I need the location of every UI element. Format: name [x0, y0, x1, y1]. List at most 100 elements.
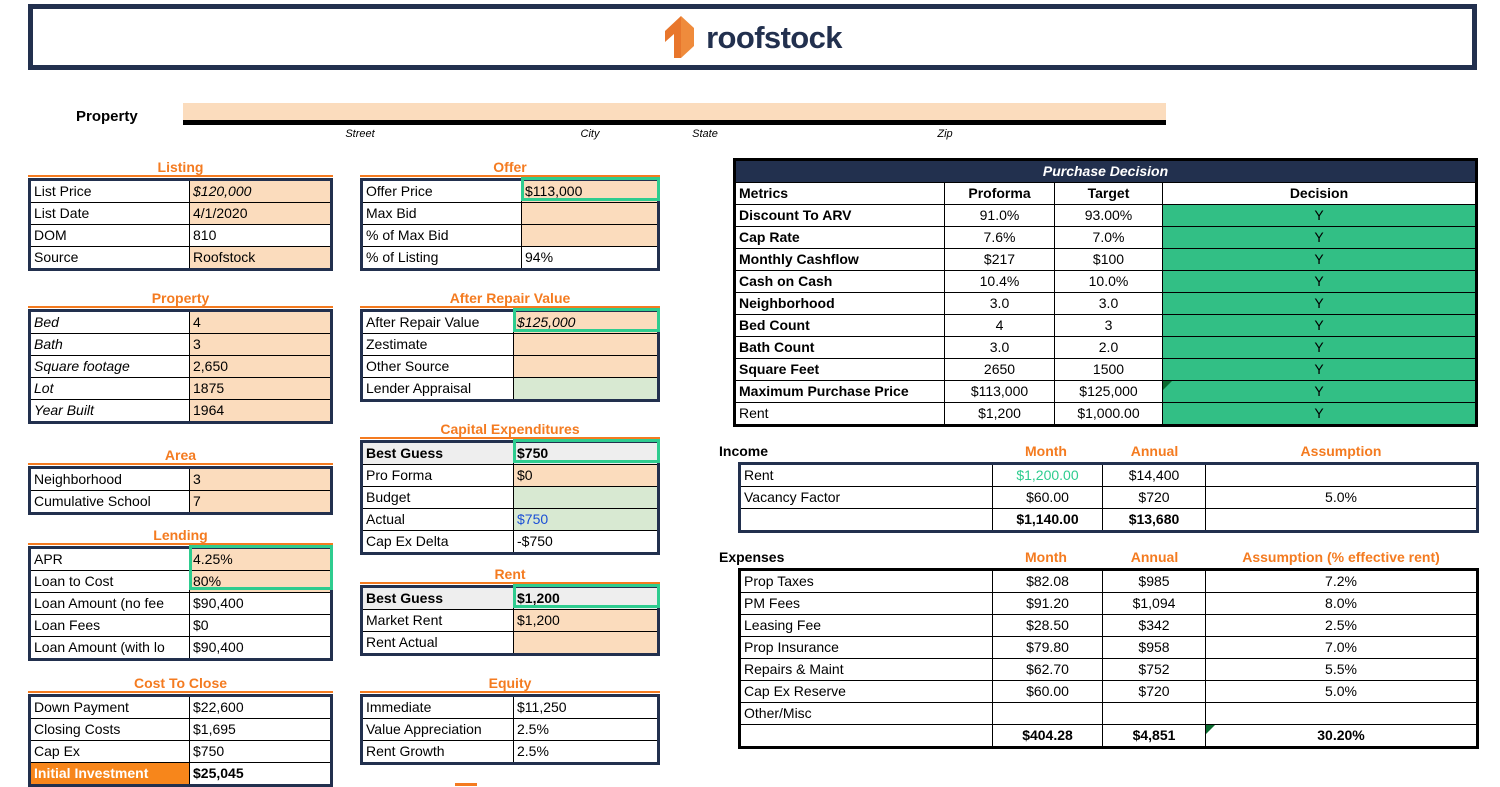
pd-target-3[interactable]: 10.0%	[1054, 270, 1163, 293]
offer-value-1[interactable]	[521, 202, 659, 225]
table-row[interactable]: Leasing Fee $28.50 $342 2.5%	[739, 614, 1478, 637]
pd-target-9[interactable]: $1,000.00	[1054, 402, 1163, 426]
pd-target-0[interactable]: 93.00%	[1054, 204, 1163, 227]
expense-month-6[interactable]	[992, 702, 1103, 725]
income-assumption-0[interactable]	[1205, 463, 1478, 487]
area-value-1[interactable]: 7	[189, 490, 332, 514]
table-row[interactable]: Square Feet 2650 1500 Y	[734, 358, 1477, 381]
table-row[interactable]: Cumulative School 7	[29, 490, 332, 514]
property-value-3[interactable]: 1875	[189, 377, 332, 400]
table-row[interactable]: Loan to Cost 80%	[29, 570, 332, 593]
property-value-1[interactable]: 3	[189, 333, 332, 356]
table-row[interactable]: Cap Ex $750	[29, 740, 332, 763]
property-address-input[interactable]	[183, 103, 1166, 125]
lending-value-0[interactable]: 4.25%	[189, 547, 332, 571]
table-row[interactable]: Offer Price $113,000	[361, 179, 659, 203]
table-row[interactable]: Bath Count 3.0 2.0 Y	[734, 336, 1477, 359]
lending-value-4[interactable]: $90,400	[189, 636, 332, 660]
table-row[interactable]: Down Payment $22,600	[29, 695, 332, 719]
property-value-4[interactable]: 1964	[189, 399, 332, 423]
table-row[interactable]: Best Guess $750	[361, 441, 659, 465]
pd-target-8[interactable]: $125,000	[1054, 380, 1163, 403]
table-row[interactable]: % of Listing 94%	[361, 246, 659, 270]
table-row[interactable]: Bed Count 4 3 Y	[734, 314, 1477, 337]
table-row[interactable]: Rent $1,200.00 $14,400	[739, 463, 1478, 487]
table-row[interactable]: Other/Misc	[739, 702, 1478, 725]
property-value-0[interactable]: 4	[189, 310, 332, 334]
table-row[interactable]: Square footage 2,650	[29, 355, 332, 378]
table-row[interactable]: Budget	[361, 486, 659, 509]
table-row[interactable]: List Price $120,000	[29, 179, 332, 203]
table-row[interactable]: PM Fees $91.20 $1,094 8.0%	[739, 592, 1478, 615]
pd-target-7[interactable]: 1500	[1054, 358, 1163, 381]
capex-value-4[interactable]: -$750	[513, 530, 659, 554]
table-row[interactable]: Year Built 1964	[29, 399, 332, 423]
ctc-value-1[interactable]: $1,695	[189, 718, 332, 741]
table-row[interactable]: List Date 4/1/2020	[29, 202, 332, 225]
arv-value-2[interactable]	[513, 355, 659, 378]
table-row[interactable]: Monthly Cashflow $217 $100 Y	[734, 248, 1477, 271]
ctc-value-3[interactable]: $25,045	[189, 762, 332, 786]
income-month-0[interactable]: $1,200.00	[992, 463, 1103, 487]
listing-value-0[interactable]: $120,000	[189, 179, 332, 203]
table-row[interactable]: Loan Amount (with lo $90,400	[29, 636, 332, 660]
expense-assumption-6[interactable]	[1205, 702, 1478, 725]
table-row[interactable]: Neighborhood 3.0 3.0 Y	[734, 292, 1477, 315]
table-row[interactable]: Best Guess $1,200	[361, 586, 659, 610]
rent-value-2[interactable]	[513, 631, 659, 655]
offer-value-0[interactable]: $113,000	[521, 179, 659, 203]
table-row[interactable]: Market Rent $1,200	[361, 609, 659, 632]
arv-value-1[interactable]	[513, 333, 659, 356]
table-row[interactable]: Zestimate	[361, 333, 659, 356]
table-row[interactable]: Bed 4	[29, 310, 332, 334]
capex-value-0[interactable]: $750	[513, 441, 659, 465]
table-row[interactable]: Pro Forma $0	[361, 464, 659, 487]
property-value-2[interactable]: 2,650	[189, 355, 332, 378]
table-row[interactable]: Rent Growth 2.5%	[361, 740, 659, 764]
table-row[interactable]: Closing Costs $1,695	[29, 718, 332, 741]
table-row[interactable]: Other Source	[361, 355, 659, 378]
table-row[interactable]: Loan Amount (no fee $90,400	[29, 592, 332, 615]
ctc-value-0[interactable]: $22,600	[189, 695, 332, 719]
rent-value-0[interactable]: $1,200	[513, 586, 659, 610]
ctc-value-2[interactable]: $750	[189, 740, 332, 763]
table-row[interactable]: Immediate $11,250	[361, 695, 659, 719]
capex-value-3[interactable]: $750	[513, 508, 659, 531]
table-row[interactable]: Loan Fees $0	[29, 614, 332, 637]
equity-value-1[interactable]: 2.5%	[513, 718, 659, 741]
lending-value-3[interactable]: $0	[189, 614, 332, 637]
table-row[interactable]: APR 4.25%	[29, 547, 332, 571]
table-row[interactable]: Rent $1,200 $1,000.00 Y	[734, 402, 1477, 426]
table-row[interactable]: DOM 810	[29, 224, 332, 247]
listing-value-1[interactable]: 4/1/2020	[189, 202, 332, 225]
expense-assumption-4[interactable]: 5.5%	[1205, 658, 1478, 681]
equity-value-2[interactable]: 2.5%	[513, 740, 659, 764]
income-assumption-1[interactable]: 5.0%	[1205, 486, 1478, 509]
lending-value-1[interactable]: 80%	[189, 570, 332, 593]
table-row[interactable]: Value Appreciation 2.5%	[361, 718, 659, 741]
capex-value-1[interactable]: $0	[513, 464, 659, 487]
listing-value-3[interactable]: Roofstock	[189, 246, 332, 270]
table-row[interactable]: After Repair Value $125,000	[361, 310, 659, 334]
expense-assumption-1[interactable]: 8.0%	[1205, 592, 1478, 615]
pd-target-4[interactable]: 3.0	[1054, 292, 1163, 315]
table-row[interactable]: Prop Insurance $79.80 $958 7.0%	[739, 636, 1478, 659]
pd-target-1[interactable]: 7.0%	[1054, 226, 1163, 249]
arv-value-0[interactable]: $125,000	[513, 310, 659, 334]
table-row[interactable]: Vacancy Factor $60.00 $720 5.0%	[739, 486, 1478, 509]
table-row[interactable]: Discount To ARV 91.0% 93.00% Y	[734, 204, 1477, 227]
table-row[interactable]: Bath 3	[29, 333, 332, 356]
expense-assumption-5[interactable]: 5.0%	[1205, 680, 1478, 703]
expense-assumption-2[interactable]: 2.5%	[1205, 614, 1478, 637]
table-row[interactable]: Repairs & Maint $62.70 $752 5.5%	[739, 658, 1478, 681]
rent-value-1[interactable]: $1,200	[513, 609, 659, 632]
table-row[interactable]: Neighborhood 3	[29, 467, 332, 491]
table-row[interactable]: Lot 1875	[29, 377, 332, 400]
expense-assumption-3[interactable]: 7.0%	[1205, 636, 1478, 659]
table-row[interactable]: Lender Appraisal	[361, 377, 659, 401]
table-row[interactable]: Cash on Cash 10.4% 10.0% Y	[734, 270, 1477, 293]
table-row[interactable]: Rent Actual	[361, 631, 659, 655]
table-row[interactable]: Cap Rate 7.6% 7.0% Y	[734, 226, 1477, 249]
table-row[interactable]: Prop Taxes $82.08 $985 7.2%	[739, 569, 1478, 593]
area-value-0[interactable]: 3	[189, 467, 332, 491]
